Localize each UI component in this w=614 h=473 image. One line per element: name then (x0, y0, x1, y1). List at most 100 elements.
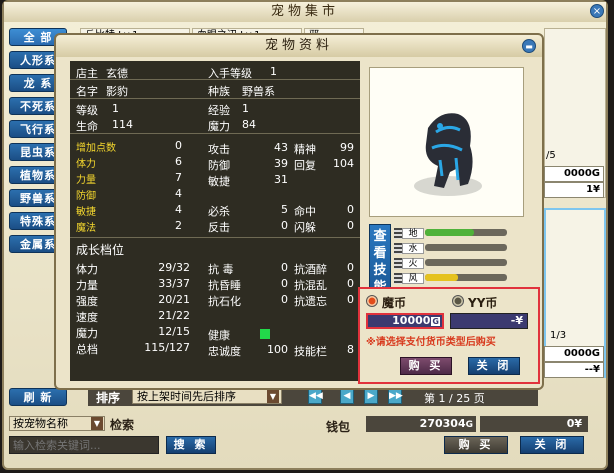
resist-label: 抗遗忘 (294, 295, 327, 308)
element-label: 地 (402, 228, 424, 239)
sort-label: 排序 (96, 391, 121, 405)
listing-price-yy: 1¥ (544, 182, 604, 198)
element-water: 水 (394, 243, 524, 255)
skill-slot-label: 技能栏 (294, 345, 327, 358)
search-button[interactable]: 搜 索 (166, 436, 216, 454)
counter-label: 反击 (208, 221, 230, 234)
mp-label: 魔力 (208, 120, 230, 133)
element-bar (425, 244, 507, 251)
growth-value: 115/127 (144, 341, 190, 354)
listing-price-yy: --¥ (544, 362, 604, 378)
race-value: 野兽系 (242, 85, 275, 98)
hp-label: 生命 (76, 120, 98, 133)
recover-label: 回复 (294, 159, 316, 172)
points-label: 增加点数 (76, 143, 116, 154)
recover-value: 104 (333, 157, 354, 170)
sort-value: 按上架时间先后排序 (137, 390, 236, 403)
refresh-button[interactable]: 刷 新 (9, 388, 67, 406)
points-label: 力量 (76, 175, 96, 186)
hit-label: 命中 (294, 205, 316, 218)
points-label: 魔法 (76, 223, 96, 234)
resist-value: 0 (281, 293, 288, 306)
spirit-label: 精神 (294, 143, 316, 156)
currency-yy-radio[interactable] (452, 295, 464, 307)
growth-value: 21/22 (158, 309, 190, 322)
first-page-icon[interactable]: ◀◀ (308, 389, 323, 404)
last-page-icon[interactable]: ▶▶ (388, 389, 403, 404)
element-bars: 地 水 火 风 (394, 224, 524, 284)
prev-page-icon[interactable]: ◀ (340, 389, 354, 404)
race-label: 种族 (208, 85, 230, 98)
purchase-panel: 魔币 YY币 10000 G -¥ ※请选择支付货币类型后购买 购 买 关 闭 (358, 287, 540, 384)
resist-label: 抗 毒 (208, 263, 234, 276)
element-label: 火 (402, 258, 424, 269)
wallet-yy: 0¥ (480, 416, 588, 432)
element-bar (425, 274, 507, 281)
dodge-value: 0 (347, 219, 354, 232)
points-value: 2 (175, 219, 182, 232)
points-label: 敏捷 (76, 207, 96, 218)
points-value: 6 (175, 155, 182, 168)
agility-label: 敏捷 (208, 175, 230, 188)
element-fill (425, 274, 458, 281)
points-value: 7 (175, 171, 182, 184)
resist-label: 抗昏睡 (208, 279, 241, 292)
divider (70, 98, 360, 99)
level-value: 1 (112, 102, 119, 115)
market-close-button[interactable]: 关 闭 (520, 436, 584, 454)
search-mode-select[interactable]: 按宠物名称 ▼ (9, 416, 105, 431)
element-label: 水 (402, 243, 424, 254)
purchase-hint: ※请选择支付货币类型后购买 (366, 337, 496, 348)
exp-label: 经验 (208, 104, 230, 117)
element-earth: 地 (394, 228, 524, 240)
resist-value: 0 (347, 261, 354, 274)
resist-value: 0 (281, 261, 288, 274)
divider (70, 133, 360, 134)
chevron-down-icon: ▼ (91, 417, 103, 430)
search-input-wrap (9, 436, 159, 454)
buy-button[interactable]: 购 买 (400, 357, 452, 375)
pet-info-window: 宠物资料 ▬ 店主 玄德 入手等级 1 名字 影豹 种族 野兽系 等级 1 经验… (54, 33, 544, 390)
pet-preview (369, 67, 524, 217)
growth-value: 12/15 (158, 325, 190, 338)
level-label: 等级 (76, 104, 98, 117)
attack-label: 攻击 (208, 143, 230, 156)
health-label: 健康 (208, 329, 230, 342)
wallet-label: 钱包 (326, 420, 351, 434)
element-fire: 火 (394, 258, 524, 270)
points-value: 4 (175, 187, 182, 200)
name-value: 影豹 (106, 85, 128, 98)
crit-label: 必杀 (208, 205, 230, 218)
search-input[interactable] (10, 437, 158, 453)
element-label: 风 (402, 273, 424, 284)
resist-label: 抗石化 (208, 295, 241, 308)
loyalty-value: 100 (267, 343, 288, 356)
market-close-icon[interactable]: × (590, 4, 604, 18)
market-buy-button[interactable]: 购 买 (444, 436, 508, 454)
stats-panel: 店主 玄德 入手等级 1 名字 影豹 种族 野兽系 等级 1 经验 1 生命 1… (70, 61, 360, 381)
health-indicator (260, 329, 270, 339)
agility-value: 31 (274, 173, 288, 186)
pet-info-title: 宠物资料 (56, 35, 542, 57)
price-yy-box: -¥ (450, 313, 528, 329)
currency-gold-radio[interactable] (366, 295, 378, 307)
close-icon[interactable]: ▬ (522, 39, 536, 53)
growth-label: 速度 (76, 311, 98, 324)
price-gold-box: 10000 G (366, 313, 444, 329)
pet-sprite (414, 113, 482, 196)
resist-value: 0 (347, 293, 354, 306)
growth-value: 33/37 (158, 277, 190, 290)
skill-slot-value: 8 (347, 343, 354, 356)
next-page-icon[interactable]: ▶ (364, 389, 378, 404)
sort-select[interactable]: 按上架时间先后排序 ▼ (132, 389, 282, 404)
close-button[interactable]: 关 闭 (468, 357, 520, 375)
mp-value: 84 (242, 118, 256, 131)
currency-yy-label: YY币 (468, 296, 498, 310)
growth-label: 体力 (76, 263, 98, 276)
listing-price-gold: 0000G (544, 166, 604, 182)
divider (70, 79, 360, 80)
listing-level: 1/3 (550, 330, 567, 341)
hit-value: 0 (347, 203, 354, 216)
resist-value: 0 (281, 277, 288, 290)
name-label: 名字 (76, 85, 98, 98)
